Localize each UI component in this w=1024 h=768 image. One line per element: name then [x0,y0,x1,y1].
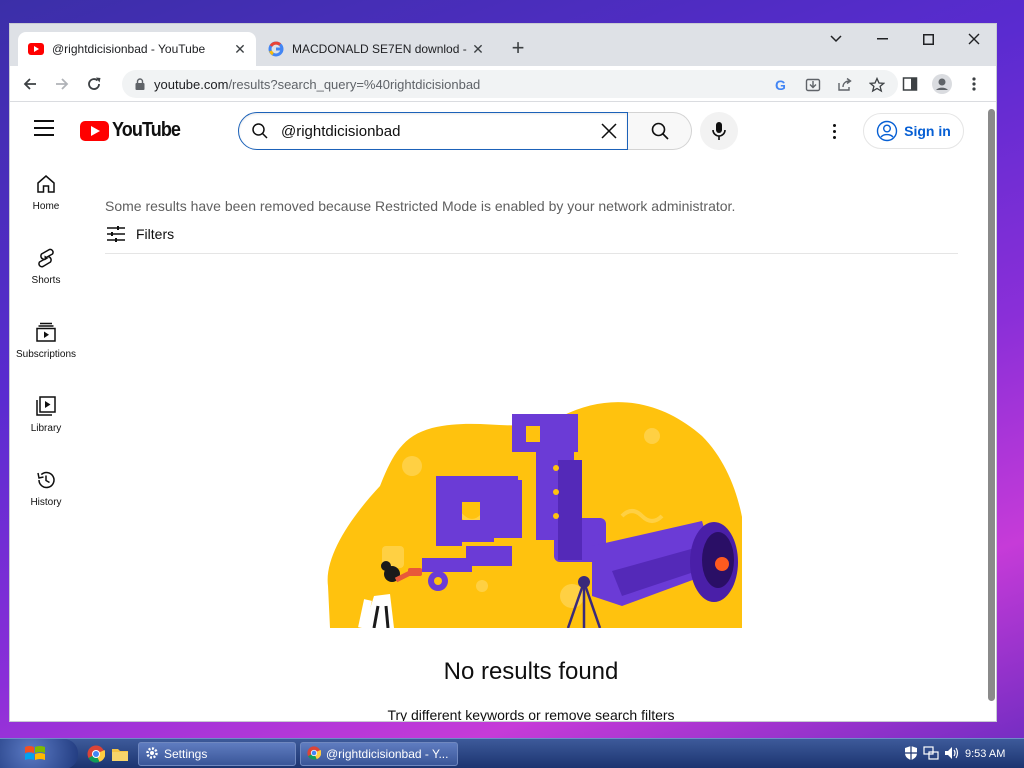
network-icon[interactable] [923,745,939,763]
search-icon [239,122,281,140]
tab-search-icon[interactable] [813,24,859,54]
no-results-hint: Try different keywords or remove search … [387,707,675,722]
settings-kebab-icon[interactable] [822,117,846,145]
minimize-button[interactable] [859,24,905,54]
bookmark-star-icon[interactable] [866,74,888,96]
page-scrollbar[interactable] [984,103,996,721]
back-button[interactable] [18,72,42,96]
forward-button[interactable] [50,72,74,96]
close-window-button[interactable] [951,24,996,54]
search-button[interactable] [628,112,692,150]
no-results-title: No results found [443,658,619,685]
divider [105,253,958,254]
browser-window: @rightdicisionbad - YouTube ✕ MACDONALD … [9,23,997,722]
no-results-illustration [327,402,742,628]
scrollbar-thumb[interactable] [988,109,995,701]
volume-icon[interactable] [944,746,960,763]
tab-title: @rightdicisionbad - YouTube [52,42,206,56]
sidebar-item-history[interactable]: History [10,455,82,529]
start-button[interactable] [0,739,78,768]
google-lens-icon[interactable]: G [770,74,792,96]
youtube-icon [28,41,44,57]
taskbar-item-label: @rightdicisionbad - Y... [326,747,449,761]
youtube-logo[interactable]: YouTube [80,119,188,142]
youtube-play-icon [80,120,109,141]
youtube-page: YouTube @rightdicisionbad Sign in Home S… [10,103,984,721]
sidebar-item-label: History [30,497,62,508]
browser-toolbar: youtube.com/results?search_query=%40righ… [10,66,996,102]
search-box[interactable]: @rightdicisionbad [238,112,628,150]
close-tab-icon[interactable]: ✕ [230,39,250,59]
sign-in-button[interactable]: Sign in [863,113,964,149]
sidebar-item-home[interactable]: Home [10,159,82,233]
tab-youtube[interactable]: @rightdicisionbad - YouTube ✕ [18,32,256,66]
filters-label: Filters [136,226,175,242]
tab-strip: @rightdicisionbad - YouTube ✕ MACDONALD … [10,24,996,66]
subscriptions-icon [36,322,56,342]
google-icon [268,41,284,57]
taskbar-item-label: Settings [164,747,208,761]
search-input[interactable]: @rightdicisionbad [281,123,591,140]
tab-google[interactable]: MACDONALD SE7EN downlod - ✕ [258,32,494,66]
library-icon [36,396,56,416]
chrome-icon [307,745,322,763]
clock[interactable]: 9:53 AM [965,748,1005,760]
menu-hamburger-icon[interactable] [34,120,54,136]
system-tray: 9:53 AM [896,739,1024,768]
browser-menu-icon[interactable] [962,72,986,96]
sidebar-item-label: Home [32,201,60,212]
history-icon [37,471,55,489]
address-bar[interactable]: youtube.com/results?search_query=%40righ… [122,70,898,98]
install-app-icon[interactable] [802,74,824,96]
shorts-icon [38,248,54,268]
maximize-button[interactable] [905,24,951,54]
restricted-mode-notice: Some results have been removed because R… [105,198,736,214]
tab-title: MACDONALD SE7EN downlod - [292,42,467,56]
sidebar-item-shorts[interactable]: Shorts [10,233,82,307]
sidebar-item-library[interactable]: Library [10,381,82,455]
logo-text: YouTube [112,119,181,141]
close-tab-icon[interactable]: ✕ [468,39,488,59]
reload-button[interactable] [82,72,106,96]
sidebar-item-label: Subscriptions [15,349,77,360]
sidebar-item-label: Shorts [31,275,61,286]
new-tab-button[interactable]: + [506,35,530,60]
folder-quicklaunch-icon[interactable] [110,744,130,764]
filters-icon [107,226,125,242]
sidebar-item-subscriptions[interactable]: Subscriptions [10,307,82,381]
profile-avatar[interactable] [930,72,954,96]
voice-search-button[interactable] [700,112,738,150]
windows-taskbar: Settings @rightdicisionbad - Y... 9:53 A… [0,738,1024,768]
gear-icon [145,746,159,763]
microphone-icon [712,122,726,140]
security-shield-icon[interactable] [904,745,918,764]
taskbar-item-settings[interactable]: Settings [138,742,296,766]
side-panel-icon[interactable] [898,72,922,96]
windows-logo-icon [25,746,45,760]
search-icon [651,122,669,140]
taskbar-item-chrome[interactable]: @rightdicisionbad - Y... [300,742,458,766]
account-icon [876,120,898,142]
home-icon [37,175,55,193]
sign-in-label: Sign in [904,123,951,139]
lock-icon[interactable] [126,78,154,90]
share-icon[interactable] [834,74,856,96]
filters-button[interactable]: Filters [106,225,174,243]
chrome-quicklaunch-icon[interactable] [86,744,106,764]
youtube-header: YouTube @rightdicisionbad Sign in [10,103,984,159]
clear-search-icon[interactable] [591,122,627,140]
sidebar-item-label: Library [30,423,62,434]
svg-text:G: G [775,77,786,93]
url-text: youtube.com/results?search_query=%40righ… [154,76,481,92]
